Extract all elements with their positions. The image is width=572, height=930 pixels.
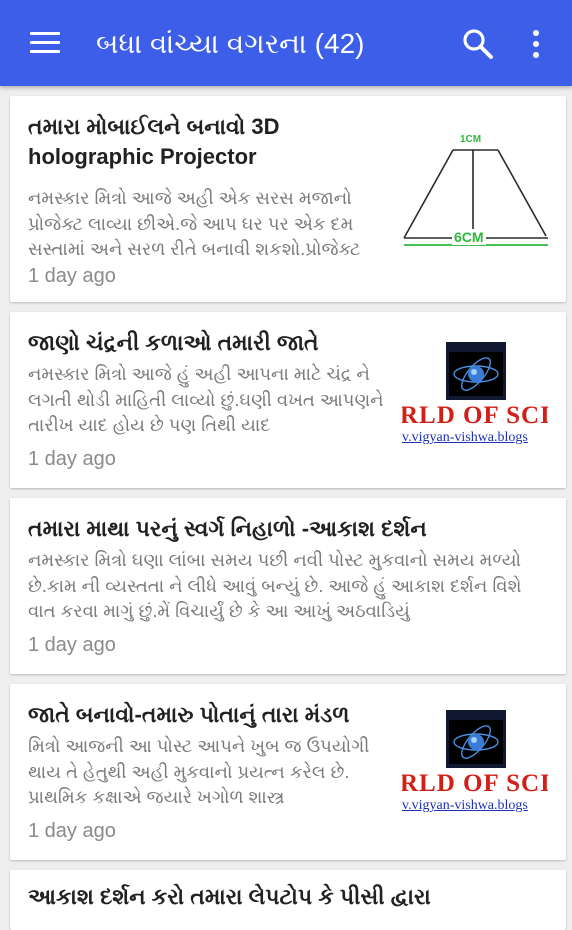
post-time: 1 day ago — [28, 820, 116, 842]
post-card[interactable]: જાતે બનાવો-તમારુ પોતાનું તારા મંડળ મિત્ર… — [10, 684, 566, 860]
science-logo-image — [446, 342, 506, 400]
post-card[interactable]: તમારા માથા પરનું સ્વર્ગ નિહાળો -આકાશ દર્… — [10, 498, 566, 674]
post-thumbnail: RLD OF SCIE v.vigyan-vishwa.blogs — [402, 342, 548, 462]
logo-url-text: v.vigyan-vishwa.blogs — [402, 798, 528, 813]
search-icon[interactable] — [460, 26, 496, 62]
science-logo-image — [446, 710, 506, 768]
post-card[interactable]: આકાશ દર્શન કરો તમારા લેપટોપ કે પીસી દ્વા… — [10, 870, 566, 930]
post-time: 1 day ago — [28, 265, 116, 287]
post-time: 1 day ago — [28, 448, 116, 470]
post-title: તમારા મોબાઈલને બનાવો 3D holographic Proj… — [28, 114, 280, 169]
logo-red-text: RLD OF SCIE — [402, 402, 548, 429]
post-title: આકાશ દર્શન કરો તમારા લેપટોપ કે પીસી દ્વા… — [28, 884, 431, 909]
logo-red-text: RLD OF SCIE — [402, 770, 548, 797]
post-snippet: નમસ્કાર મિત્રો આજે હું અહી આપના માટે ચંદ… — [28, 364, 384, 435]
more-vert-icon[interactable] — [524, 26, 548, 62]
post-snippet: નમસ્કાર મિત્રો આજે અહી એક સરસ મજાનો પ્રો… — [28, 188, 361, 259]
post-card[interactable]: તમારા મોબાઈલને બનાવો 3D holographic Proj… — [10, 96, 566, 302]
post-snippet: મિત્રો આજની આ પોસ્ટ આપને ખુબ જ ઉપયોગી થા… — [28, 736, 370, 807]
post-title: જાણો ચંદ્રની કળાઓ તમારી જાતે — [28, 330, 319, 355]
post-time: 1 day ago — [28, 634, 116, 656]
logo-url-text: v.vigyan-vishwa.blogs — [402, 430, 528, 445]
app-bar: બધા વાંચ્યા વગરના (42) — [0, 0, 572, 86]
bottom-width-label: 6CM — [452, 229, 486, 245]
post-thumbnail: RLD OF SCIE v.vigyan-vishwa.blogs — [402, 710, 548, 830]
post-snippet: નમસ્કાર મિત્રો ઘણા લાંબા સમય પછી નવી પોસ… — [28, 550, 522, 621]
page-title: બધા વાંચ્યા વગરના (42) — [96, 28, 365, 59]
post-title: તમારા માથા પરનું સ્વર્ગ નિહાળો -આકાશ દર્… — [28, 516, 427, 541]
post-thumbnail: 1CM 6CM — [402, 126, 548, 256]
post-card[interactable]: જાણો ચંદ્રની કળાઓ તમારી જાતે નમસ્કાર મિત… — [10, 312, 566, 488]
top-width-label: 1CM — [460, 134, 482, 145]
menu-icon[interactable] — [28, 27, 62, 61]
